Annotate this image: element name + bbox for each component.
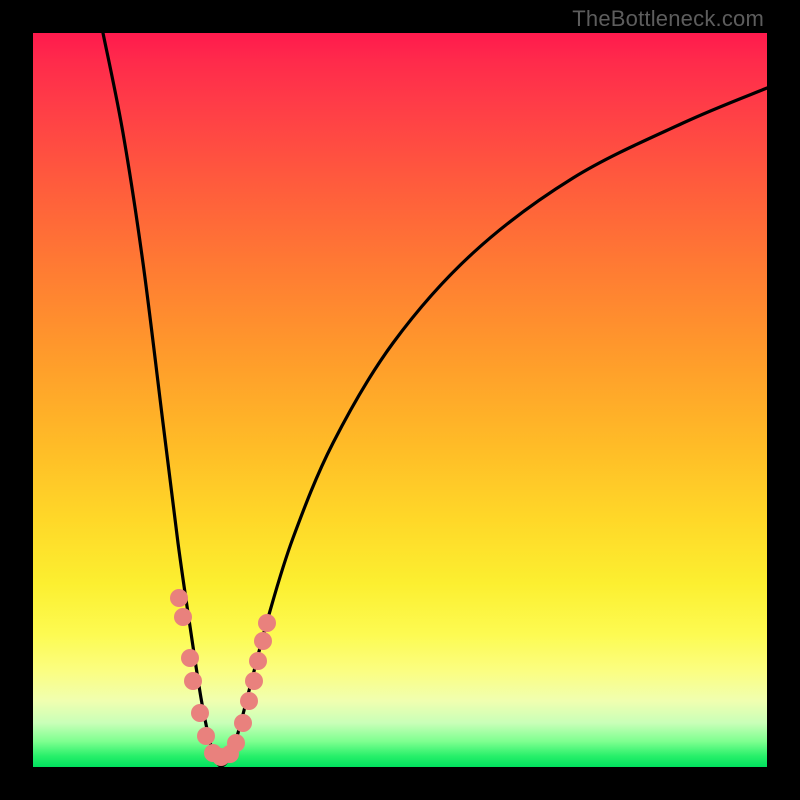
chart-frame: TheBottleneck.com: [0, 0, 800, 800]
data-marker: [170, 589, 188, 607]
data-marker: [227, 734, 245, 752]
watermark-text: TheBottleneck.com: [572, 6, 764, 32]
data-marker: [181, 649, 199, 667]
data-marker: [258, 614, 276, 632]
data-marker: [191, 704, 209, 722]
data-marker: [240, 692, 258, 710]
data-marker: [184, 672, 202, 690]
data-marker: [249, 652, 267, 670]
data-marker: [254, 632, 272, 650]
chart-svg: [33, 33, 767, 767]
plot-area: [33, 33, 767, 767]
data-marker: [234, 714, 252, 732]
data-marker: [245, 672, 263, 690]
bottleneck-curve: [103, 33, 767, 766]
data-marker: [174, 608, 192, 626]
marker-layer: [170, 589, 276, 766]
data-marker: [197, 727, 215, 745]
curve-layer: [103, 33, 767, 766]
